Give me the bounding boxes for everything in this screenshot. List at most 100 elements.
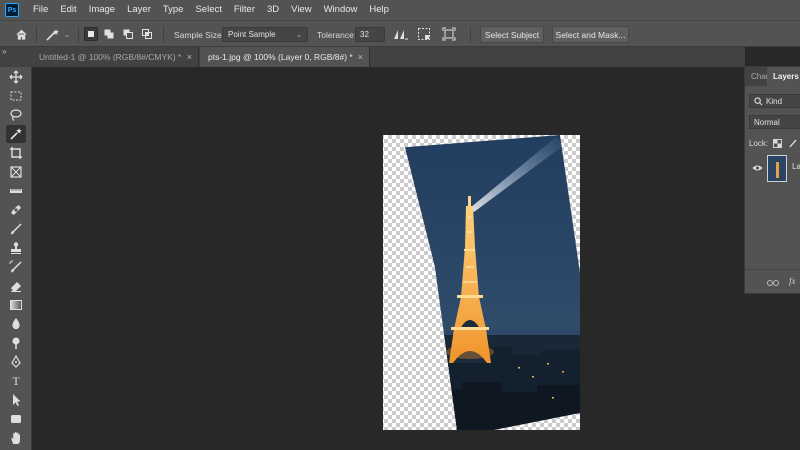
new-selection-icon	[88, 31, 94, 37]
frame-tool[interactable]	[6, 163, 26, 181]
close-tab-icon[interactable]: ×	[187, 47, 192, 67]
chevron-down-icon: ⌄	[296, 31, 302, 39]
kind-label: Kind	[766, 96, 783, 106]
sample-size-select[interactable]: Point Sample ⌄	[222, 27, 308, 42]
hand-tool[interactable]	[6, 429, 26, 447]
menu-view[interactable]: View	[285, 0, 317, 20]
anti-alias-toggle[interactable]	[393, 27, 411, 41]
tab-pts-1[interactable]: pts-1.jpg @ 100% (Layer 0, RGB/8#) * ×	[200, 47, 370, 67]
blur-tool[interactable]	[6, 315, 26, 333]
lock-transparent-pixels-icon[interactable]	[773, 138, 783, 148]
pen-tool[interactable]	[6, 353, 26, 371]
move-tool[interactable]	[6, 68, 26, 86]
search-icon	[754, 96, 763, 105]
intersect-selection-icon	[142, 29, 152, 39]
chevron-down-icon: ⌄	[64, 31, 70, 39]
collapse-toolbar-icon[interactable]: »	[2, 47, 6, 56]
layer-effects-button[interactable]: fx	[789, 276, 796, 286]
add-to-selection-button[interactable]	[103, 27, 117, 41]
type-tool[interactable]: T	[6, 372, 26, 390]
layer-row-layer-0[interactable]: La	[745, 151, 800, 185]
menu-filter[interactable]: Filter	[228, 0, 261, 20]
menu-window[interactable]: Window	[318, 0, 364, 20]
sample-all-layers-icon	[442, 27, 456, 41]
menu-help[interactable]: Help	[363, 0, 395, 20]
tab-layers[interactable]: Layers	[767, 67, 800, 86]
history-brush-tool[interactable]	[6, 258, 26, 276]
droplet-icon	[12, 318, 20, 330]
layer-name[interactable]: La	[792, 162, 800, 171]
layer-filter-field[interactable]: Kind	[749, 94, 800, 108]
sample-size-label: Sample Size:	[174, 29, 225, 40]
document-canvas-area[interactable]	[32, 67, 745, 450]
tool-preset-picker[interactable]: ⌄	[44, 21, 72, 48]
separator	[36, 26, 37, 43]
separator	[163, 26, 164, 43]
select-subject-button[interactable]: Select Subject	[480, 26, 544, 43]
tolerance-input[interactable]: 32	[355, 27, 385, 42]
brush-icon	[11, 223, 22, 235]
subtract-selection-icon	[123, 29, 133, 39]
close-tab-icon[interactable]: ×	[358, 47, 363, 67]
ruler-icon	[10, 189, 22, 193]
rectangular-marquee-icon	[10, 91, 22, 101]
sample-all-layers-toggle[interactable]	[442, 27, 460, 41]
menu-select[interactable]: Select	[189, 0, 227, 20]
menu-image[interactable]: Image	[83, 0, 121, 20]
dodge-icon	[12, 337, 20, 349]
layers-panel: Char Layers Kind Normal Lock: La fx	[744, 66, 800, 294]
lasso-tool[interactable]	[6, 106, 26, 124]
frame-icon	[10, 166, 22, 178]
bandage-icon	[11, 205, 21, 215]
crop-tool[interactable]	[6, 144, 26, 162]
gradient-icon	[10, 300, 22, 310]
options-bar: ⌄ Sample Size: Point Sample ⌄ Tolerance:…	[0, 20, 800, 47]
tools-panel: T	[0, 67, 32, 450]
link-layers-icon[interactable]	[767, 279, 779, 287]
lock-row: Lock:	[749, 137, 797, 149]
arrow-pointer-icon	[13, 394, 21, 406]
stamp-icon	[11, 242, 21, 254]
shape-tool[interactable]	[6, 410, 26, 428]
sample-size-value: Point Sample	[228, 30, 276, 39]
tab-channels[interactable]: Char	[745, 67, 768, 86]
stamp-tool[interactable]	[6, 239, 26, 257]
menu-file[interactable]: File	[27, 0, 54, 20]
menu-edit[interactable]: Edit	[54, 0, 82, 20]
contiguous-icon	[418, 28, 430, 40]
blend-mode-value: Normal	[754, 117, 780, 127]
blend-mode-select[interactable]: Normal	[749, 115, 800, 129]
healing-tool[interactable]	[6, 201, 26, 219]
brush-tool[interactable]	[6, 220, 26, 238]
menu-layer[interactable]: Layer	[121, 0, 157, 20]
gradient-tool[interactable]	[6, 296, 26, 314]
subtract-from-selection-button[interactable]	[122, 27, 136, 41]
tab-untitled-1[interactable]: Untitled-1 @ 100% (RGB/8#/CMYK) * ×	[31, 47, 199, 67]
document-tab-bar: » Untitled-1 @ 100% (RGB/8#/CMYK) * × pt…	[0, 47, 745, 67]
contiguous-toggle[interactable]	[417, 27, 435, 41]
menu-3d[interactable]: 3D	[261, 0, 285, 20]
eye-visibility-icon[interactable]	[752, 164, 763, 172]
magic-wand-tool[interactable]	[6, 125, 26, 143]
lock-image-pixels-icon[interactable]	[788, 138, 797, 148]
eraser-tool[interactable]	[6, 277, 26, 295]
menu-type[interactable]: Type	[157, 0, 190, 20]
hand-icon	[11, 432, 20, 444]
dodge-tool[interactable]	[6, 334, 26, 352]
path-select-tool[interactable]	[6, 391, 26, 409]
new-selection-button[interactable]	[84, 27, 98, 41]
select-and-mask-button[interactable]: Select and Mask...	[552, 26, 629, 43]
intersect-selection-button[interactable]	[141, 27, 155, 41]
move-icon	[9, 70, 23, 84]
ruler-tool[interactable]	[6, 182, 26, 200]
magic-wand-icon	[10, 128, 22, 140]
home-icon[interactable]	[12, 21, 30, 48]
rectangle-shape-icon	[11, 415, 21, 423]
history-brush-icon	[9, 260, 22, 273]
separator	[470, 26, 471, 43]
photoshop-logo[interactable]: Ps	[5, 3, 19, 17]
menu-bar: Ps File Edit Image Layer Type Select Fil…	[0, 0, 800, 20]
canvas[interactable]	[32, 67, 745, 450]
lasso-icon	[10, 109, 22, 121]
marquee-tool[interactable]	[6, 87, 26, 105]
